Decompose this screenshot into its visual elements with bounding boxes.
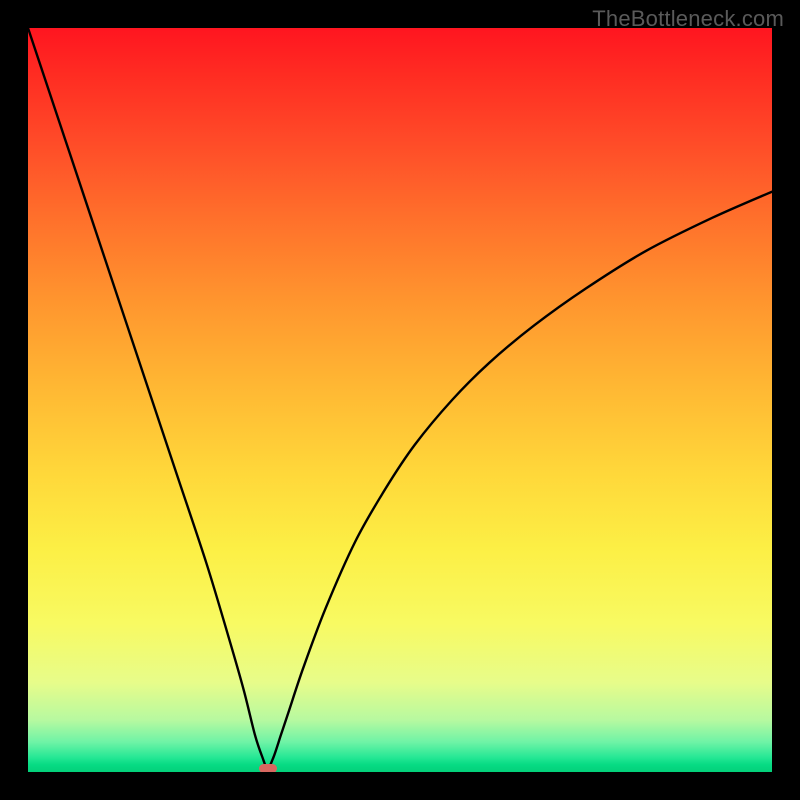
chart-frame: TheBottleneck.com [0, 0, 800, 800]
watermark-text: TheBottleneck.com [592, 6, 784, 32]
curve-svg [28, 28, 772, 772]
optimum-marker [259, 764, 277, 772]
plot-area [28, 28, 772, 772]
bottleneck-curve [28, 28, 772, 768]
